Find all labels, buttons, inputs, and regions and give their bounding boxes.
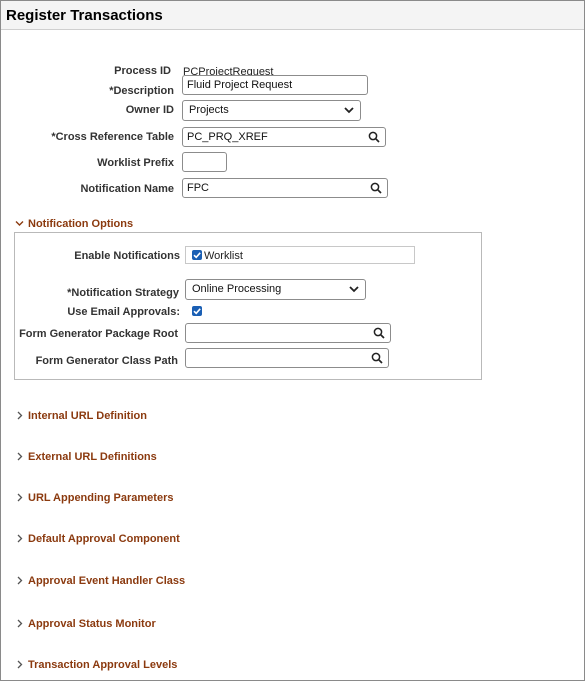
checkmark-icon: [193, 308, 201, 315]
chevron-right-icon: [17, 493, 23, 502]
worklist-checkbox-label: Worklist: [204, 250, 243, 262]
search-icon[interactable]: [373, 327, 385, 339]
notification-name-value: FPC: [187, 182, 209, 194]
form-generator-package-root-field[interactable]: [185, 323, 391, 343]
form-generator-class-path-field[interactable]: [185, 348, 389, 368]
use-email-approvals-label: Use Email Approvals:: [67, 306, 180, 318]
chevron-right-icon: [17, 660, 23, 669]
section-notification-options[interactable]: Notification Options: [15, 218, 133, 230]
worklist-prefix-field[interactable]: [182, 152, 227, 172]
cross-reference-table-label: *Cross Reference Table: [51, 131, 174, 143]
section-label: External URL Definitions: [28, 451, 157, 463]
section-internal-url-definition[interactable]: Internal URL Definition: [15, 410, 147, 422]
section-approval-status-monitor[interactable]: Approval Status Monitor: [15, 618, 156, 630]
section-notification-options-label: Notification Options: [28, 218, 134, 230]
chevron-right-icon: [17, 534, 23, 543]
section-label: Approval Event Handler Class: [28, 575, 186, 587]
chevron-down-icon: [15, 221, 24, 226]
section-approval-event-handler-class[interactable]: Approval Event Handler Class: [15, 575, 185, 587]
section-external-url-definitions[interactable]: External URL Definitions: [15, 451, 157, 463]
chevron-right-icon: [17, 411, 23, 420]
process-id-label: Process ID: [114, 65, 171, 77]
notification-strategy-label: *Notification Strategy: [67, 287, 179, 299]
section-label: Internal URL Definition: [28, 410, 147, 422]
worklist-prefix-label: Worklist Prefix: [97, 157, 174, 169]
chevron-right-icon: [17, 576, 23, 585]
owner-id-selected: Projects: [189, 104, 229, 116]
search-icon[interactable]: [368, 131, 380, 143]
form-generator-class-path-label: Form Generator Class Path: [35, 355, 178, 367]
chevron-right-icon: [17, 452, 23, 461]
section-default-approval-component[interactable]: Default Approval Component: [15, 533, 180, 545]
notification-strategy-select[interactable]: Online Processing: [185, 279, 366, 300]
description-label: *Description: [109, 85, 174, 97]
owner-id-select[interactable]: Projects: [182, 100, 361, 121]
title-bar: Register Transactions: [1, 1, 584, 30]
section-url-appending-parameters[interactable]: URL Appending Parameters: [15, 492, 173, 504]
chevron-right-icon: [17, 619, 23, 628]
notification-strategy-selected: Online Processing: [192, 283, 282, 295]
use-email-approvals-checkbox[interactable]: [192, 306, 202, 316]
section-label: Default Approval Component: [28, 533, 180, 545]
notification-name-field[interactable]: FPC: [182, 178, 388, 198]
enable-notifications-label: Enable Notifications: [74, 250, 180, 262]
section-label: URL Appending Parameters: [28, 492, 174, 504]
search-icon[interactable]: [371, 352, 383, 364]
description-field[interactable]: Fluid Project Request: [182, 75, 368, 95]
notification-name-label: Notification Name: [80, 183, 174, 195]
section-label: Approval Status Monitor: [28, 618, 156, 630]
section-transaction-approval-levels[interactable]: Transaction Approval Levels: [15, 659, 177, 671]
cross-reference-table-field[interactable]: PC_PRQ_XREF: [182, 127, 386, 147]
owner-id-label: Owner ID: [125, 104, 174, 116]
checkmark-icon: [193, 252, 201, 259]
section-label: Transaction Approval Levels: [28, 659, 178, 671]
page-title: Register Transactions: [6, 7, 163, 24]
worklist-checkbox[interactable]: [192, 250, 202, 260]
chevron-down-icon: [344, 107, 354, 114]
cross-reference-table-value: PC_PRQ_XREF: [187, 131, 268, 143]
form-generator-package-root-label: Form Generator Package Root: [19, 328, 178, 340]
search-icon[interactable]: [370, 182, 382, 194]
chevron-down-icon: [349, 286, 359, 293]
